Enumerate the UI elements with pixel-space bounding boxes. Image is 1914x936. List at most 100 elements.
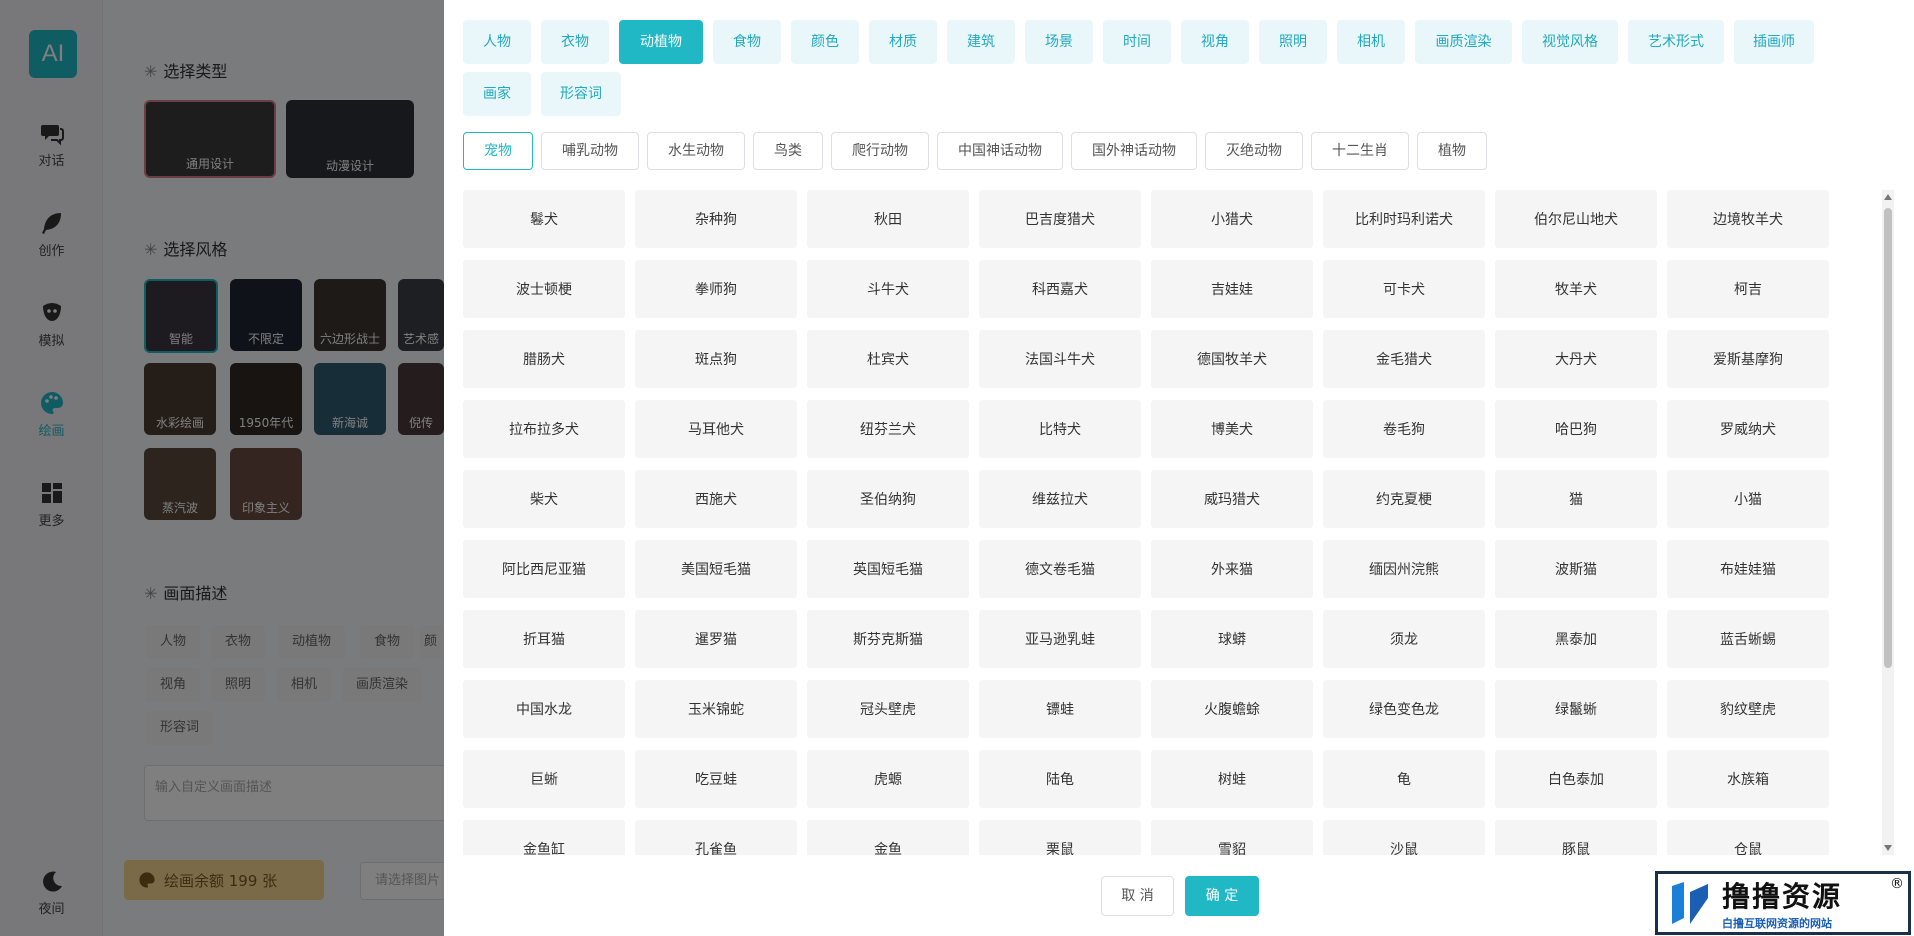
item-cell[interactable]: 小猫 xyxy=(1667,470,1829,528)
item-cell[interactable]: 鬈犬 xyxy=(463,190,625,248)
tab-painter[interactable]: 画家 xyxy=(463,72,531,116)
item-cell[interactable]: 巴吉度猎犬 xyxy=(979,190,1141,248)
grid-scrollbar[interactable] xyxy=(1882,190,1894,855)
item-cell[interactable]: 白色泰加 xyxy=(1495,750,1657,808)
item-cell[interactable]: 波士顿梗 xyxy=(463,260,625,318)
item-cell[interactable]: 仓鼠 xyxy=(1667,820,1829,855)
item-cell[interactable]: 暹罗猫 xyxy=(635,610,797,668)
item-cell[interactable]: 水族箱 xyxy=(1667,750,1829,808)
item-cell[interactable]: 亚马逊乳蛙 xyxy=(979,610,1141,668)
item-cell[interactable]: 斑点狗 xyxy=(635,330,797,388)
item-cell[interactable]: 杜宾犬 xyxy=(807,330,969,388)
item-cell[interactable]: 栗鼠 xyxy=(979,820,1141,855)
scroll-up-arrow[interactable] xyxy=(1884,194,1892,200)
tab-clothing[interactable]: 衣物 xyxy=(541,20,609,64)
subtab-plants[interactable]: 植物 xyxy=(1417,132,1487,170)
subtab-aquatic[interactable]: 水生动物 xyxy=(647,132,745,170)
tab-food[interactable]: 食物 xyxy=(713,20,781,64)
item-cell[interactable]: 镖蛙 xyxy=(979,680,1141,738)
item-cell[interactable]: 纽芬兰犬 xyxy=(807,400,969,458)
item-cell[interactable]: 腊肠犬 xyxy=(463,330,625,388)
item-cell[interactable]: 德国牧羊犬 xyxy=(1151,330,1313,388)
tab-people[interactable]: 人物 xyxy=(463,20,531,64)
item-cell[interactable]: 可卡犬 xyxy=(1323,260,1485,318)
item-cell[interactable]: 波斯猫 xyxy=(1495,540,1657,598)
item-cell[interactable]: 沙鼠 xyxy=(1323,820,1485,855)
item-cell[interactable]: 须龙 xyxy=(1323,610,1485,668)
item-cell[interactable]: 缅因州浣熊 xyxy=(1323,540,1485,598)
item-cell[interactable]: 杂种狗 xyxy=(635,190,797,248)
tab-time[interactable]: 时间 xyxy=(1103,20,1171,64)
tab-visual-style[interactable]: 视觉风格 xyxy=(1522,20,1618,64)
item-cell[interactable]: 球蟒 xyxy=(1151,610,1313,668)
item-cell[interactable]: 火腹蟾蜍 xyxy=(1151,680,1313,738)
item-cell[interactable]: 比利时玛利诺犬 xyxy=(1323,190,1485,248)
item-cell[interactable]: 金毛猎犬 xyxy=(1323,330,1485,388)
item-cell[interactable]: 中国水龙 xyxy=(463,680,625,738)
tab-illustrator[interactable]: 插画师 xyxy=(1734,20,1814,64)
tab-lighting[interactable]: 照明 xyxy=(1259,20,1327,64)
item-cell[interactable]: 孔雀鱼 xyxy=(635,820,797,855)
item-cell[interactable]: 豹纹壁虎 xyxy=(1667,680,1829,738)
item-cell[interactable]: 小猎犬 xyxy=(1151,190,1313,248)
tab-art-form[interactable]: 艺术形式 xyxy=(1628,20,1724,64)
scroll-down-arrow[interactable] xyxy=(1884,845,1892,851)
item-cell[interactable]: 爱斯基摩狗 xyxy=(1667,330,1829,388)
item-cell[interactable]: 秋田 xyxy=(807,190,969,248)
subtab-pets[interactable]: 宠物 xyxy=(463,132,533,170)
item-cell[interactable]: 巨蜥 xyxy=(463,750,625,808)
item-cell[interactable]: 柯吉 xyxy=(1667,260,1829,318)
item-cell[interactable]: 柴犬 xyxy=(463,470,625,528)
item-cell[interactable]: 拉布拉多犬 xyxy=(463,400,625,458)
cancel-button[interactable]: 取 消 xyxy=(1101,876,1174,916)
item-cell[interactable]: 拳师狗 xyxy=(635,260,797,318)
tab-adjective[interactable]: 形容词 xyxy=(541,72,621,116)
item-cell[interactable]: 比特犬 xyxy=(979,400,1141,458)
item-cell[interactable]: 卷毛狗 xyxy=(1323,400,1485,458)
tab-render-quality[interactable]: 画质渲染 xyxy=(1415,20,1512,64)
item-cell[interactable]: 约克夏梗 xyxy=(1323,470,1485,528)
tab-architecture[interactable]: 建筑 xyxy=(947,20,1015,64)
item-cell[interactable]: 豚鼠 xyxy=(1495,820,1657,855)
item-cell[interactable]: 英国短毛猫 xyxy=(807,540,969,598)
item-cell[interactable]: 美国短毛猫 xyxy=(635,540,797,598)
item-cell[interactable]: 斯芬克斯猫 xyxy=(807,610,969,668)
item-cell[interactable]: 西施犬 xyxy=(635,470,797,528)
tab-scene[interactable]: 场景 xyxy=(1025,20,1093,64)
subtab-foreign-myth[interactable]: 国外神话动物 xyxy=(1071,132,1197,170)
item-cell[interactable]: 布娃娃猫 xyxy=(1667,540,1829,598)
item-cell[interactable]: 法国斗牛犬 xyxy=(979,330,1141,388)
tab-material[interactable]: 材质 xyxy=(869,20,937,64)
item-cell[interactable]: 威玛猎犬 xyxy=(1151,470,1313,528)
scroll-thumb[interactable] xyxy=(1884,208,1892,668)
confirm-button[interactable]: 确 定 xyxy=(1185,876,1259,916)
tab-camera[interactable]: 相机 xyxy=(1337,20,1405,64)
item-grid-viewport[interactable]: 鬈犬 杂种狗 秋田 巴吉度猎犬 小猎犬 比利时玛利诺犬 伯尔尼山地犬 边境牧羊犬波士顿梗 拳师狗… xyxy=(463,190,1833,855)
item-cell[interactable]: 冠头壁虎 xyxy=(807,680,969,738)
item-cell[interactable]: 德文卷毛猫 xyxy=(979,540,1141,598)
item-cell[interactable]: 绿色变色龙 xyxy=(1323,680,1485,738)
item-cell[interactable]: 边境牧羊犬 xyxy=(1667,190,1829,248)
item-cell[interactable]: 金鱼缸 xyxy=(463,820,625,855)
item-cell[interactable]: 陆龟 xyxy=(979,750,1141,808)
item-cell[interactable]: 折耳猫 xyxy=(463,610,625,668)
item-cell[interactable]: 绿鬣蜥 xyxy=(1495,680,1657,738)
tab-color[interactable]: 颜色 xyxy=(791,20,859,64)
tab-flora-fauna[interactable]: 动植物 xyxy=(619,20,703,64)
item-cell[interactable]: 斗牛犬 xyxy=(807,260,969,318)
item-cell[interactable]: 虎螈 xyxy=(807,750,969,808)
subtab-chinese-myth[interactable]: 中国神话动物 xyxy=(937,132,1063,170)
subtab-zodiac[interactable]: 十二生肖 xyxy=(1311,132,1409,170)
subtab-reptiles[interactable]: 爬行动物 xyxy=(831,132,929,170)
item-cell[interactable]: 猫 xyxy=(1495,470,1657,528)
tab-view-angle[interactable]: 视角 xyxy=(1181,20,1249,64)
item-cell[interactable]: 罗威纳犬 xyxy=(1667,400,1829,458)
item-cell[interactable]: 蓝舌蜥蜴 xyxy=(1667,610,1829,668)
item-cell[interactable]: 玉米锦蛇 xyxy=(635,680,797,738)
item-cell[interactable]: 圣伯纳狗 xyxy=(807,470,969,528)
item-cell[interactable]: 科西嘉犬 xyxy=(979,260,1141,318)
item-cell[interactable]: 雪貂 xyxy=(1151,820,1313,855)
item-cell[interactable]: 伯尔尼山地犬 xyxy=(1495,190,1657,248)
item-cell[interactable]: 阿比西尼亚猫 xyxy=(463,540,625,598)
item-cell[interactable]: 博美犬 xyxy=(1151,400,1313,458)
